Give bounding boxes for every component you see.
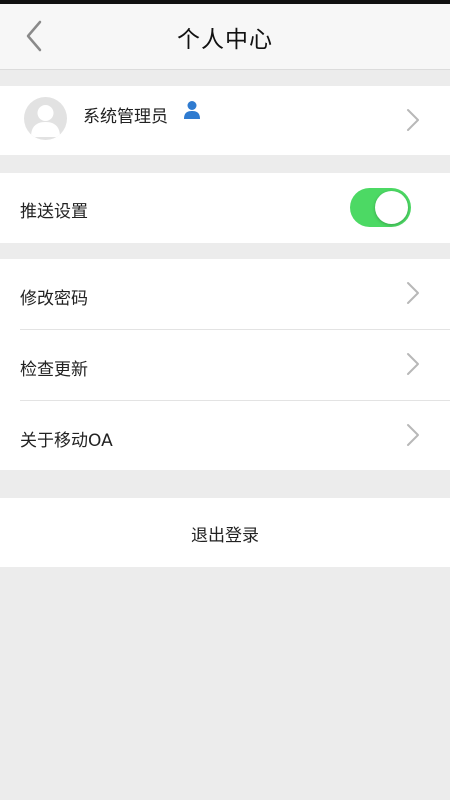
user-name: 系统管理员 — [83, 107, 168, 127]
menu-item-change-password[interactable]: 修改密码 — [0, 259, 450, 329]
chevron-right-icon — [407, 282, 419, 304]
menu-item-label: 检查更新 — [20, 360, 88, 380]
default-avatar-icon — [24, 97, 67, 140]
chevron-right-icon — [407, 424, 419, 446]
navigation-bar: 个人中心 — [0, 4, 450, 70]
menu-item-label: 修改密码 — [20, 289, 88, 309]
logout-button[interactable]: 退出登录 — [0, 498, 450, 567]
page-title: 个人中心 — [177, 27, 273, 53]
chevron-right-icon — [407, 109, 419, 131]
menu-item-label: 关于移动OA — [20, 431, 113, 451]
menu-item-check-update[interactable]: 检查更新 — [0, 330, 450, 400]
toggle-knob — [375, 191, 408, 224]
user-icon — [184, 101, 200, 119]
push-settings-row: 推送设置 — [0, 173, 450, 243]
profile-row[interactable]: 系统管理员 — [0, 86, 450, 155]
push-settings-toggle[interactable] — [350, 188, 411, 227]
logout-label: 退出登录 — [191, 526, 259, 546]
menu-item-about[interactable]: 关于移动OA — [0, 401, 450, 471]
push-settings-label: 推送设置 — [20, 202, 88, 222]
settings-menu: 修改密码 检查更新 关于移动OA — [0, 259, 450, 470]
chevron-right-icon — [407, 353, 419, 375]
